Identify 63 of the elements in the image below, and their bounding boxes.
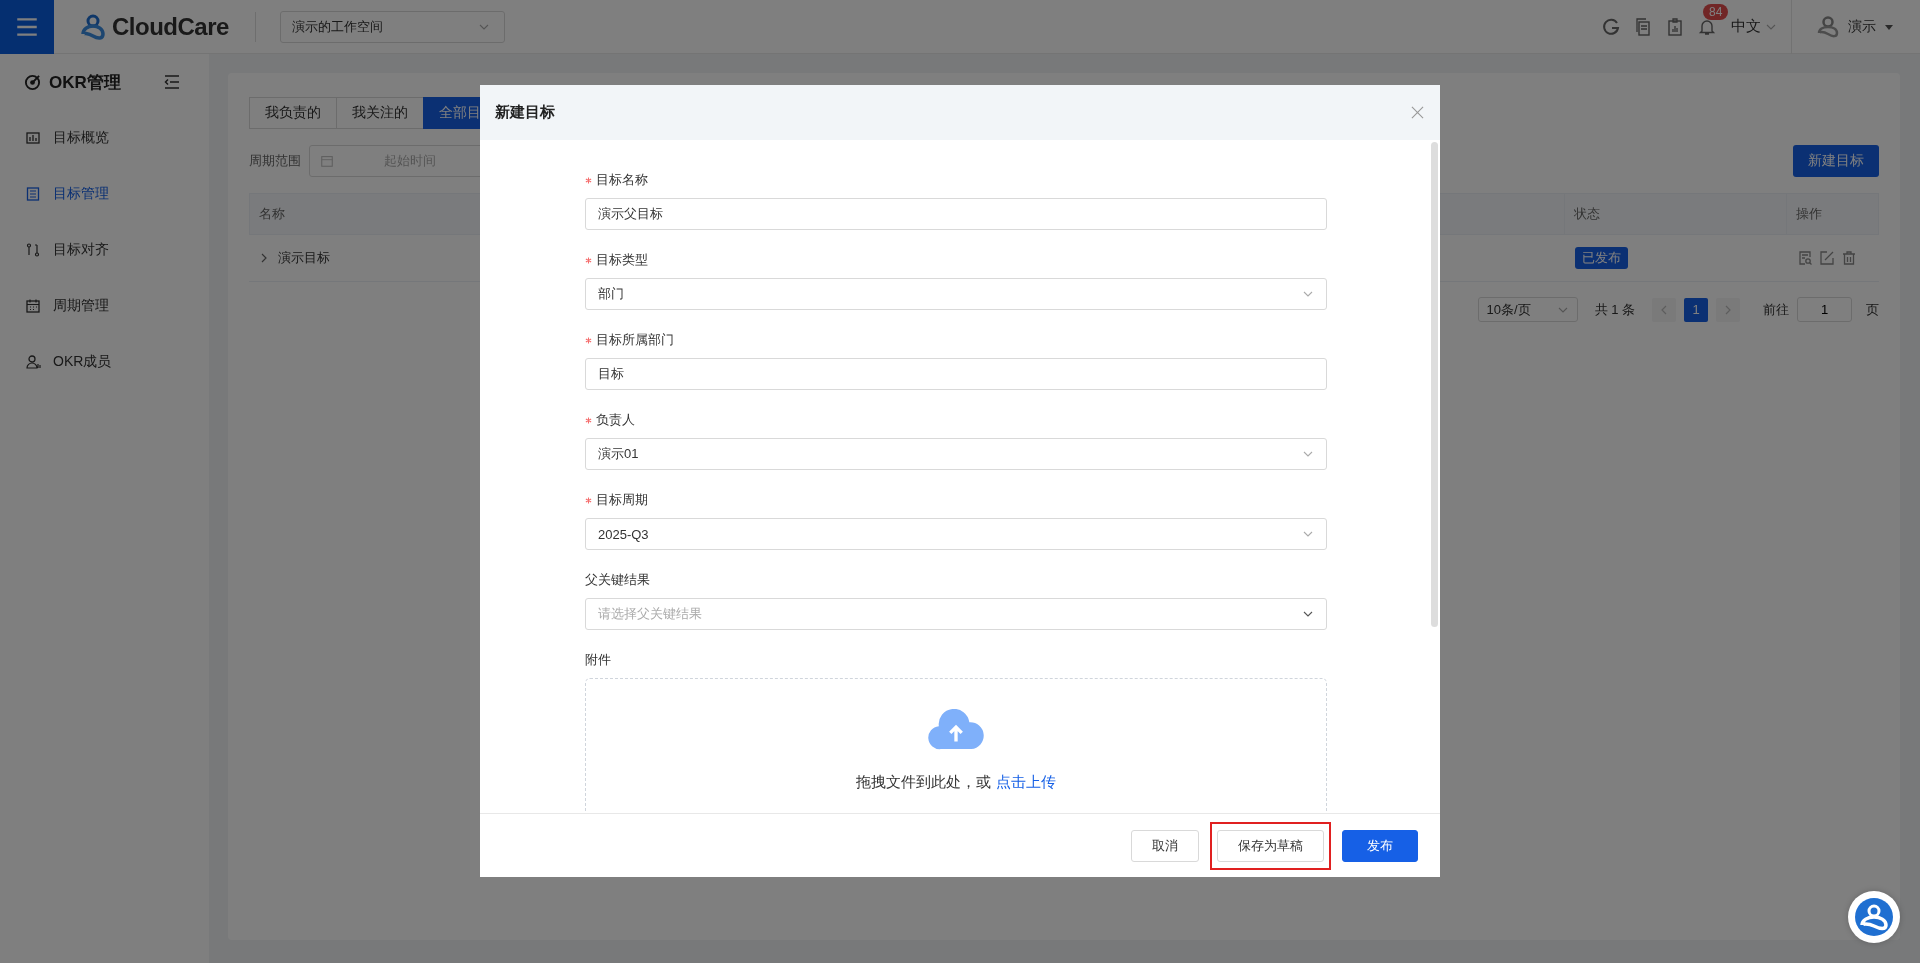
scrollbar[interactable] <box>1431 142 1438 627</box>
dialog-title: 新建目标 <box>495 103 555 122</box>
workspace-select[interactable]: 演示的工作空间 <box>279 10 505 43</box>
field-label: 目标所属部门 <box>596 331 674 349</box>
target-icon <box>24 73 41 91</box>
select-field[interactable]: 2025-Q3 <box>585 518 1327 550</box>
cloud-upload-icon <box>927 709 985 751</box>
calendar-icon <box>25 298 41 314</box>
brand-name: CloudCare <box>112 12 229 41</box>
period-label: 周期范围 <box>249 152 301 170</box>
sidebar-item[interactable]: 目标管理 <box>0 166 209 222</box>
delete-icon[interactable] <box>1841 250 1857 266</box>
language-select[interactable]: 中文 <box>1731 17 1777 36</box>
select-field[interactable]: 部门 <box>585 278 1327 310</box>
sidebar-item[interactable]: OKR成员 <box>0 334 209 390</box>
notification-badge: 84 <box>1703 3 1729 20</box>
user-menu[interactable]: 演示 <box>1848 17 1876 36</box>
field-label: 父关键结果 <box>585 571 650 589</box>
menu-button[interactable] <box>0 0 54 54</box>
field-label: 负责人 <box>596 411 635 429</box>
calendar-icon <box>320 154 334 168</box>
total-count: 共 1 条 <box>1594 300 1635 319</box>
copy-icon[interactable] <box>1633 16 1653 37</box>
select-field[interactable]: 请选择父关键结果 <box>585 598 1327 630</box>
upload-link[interactable]: 点击上传 <box>995 773 1056 790</box>
page-number[interactable]: 1 <box>1684 297 1708 322</box>
new-goal-button[interactable]: 新建目标 <box>1793 145 1879 177</box>
edit-icon[interactable] <box>1819 250 1835 266</box>
column-header: 操作 <box>1795 205 1823 223</box>
input-field[interactable]: 目标 <box>585 358 1327 390</box>
sidebar-item[interactable]: 目标概览 <box>0 110 209 166</box>
close-button[interactable] <box>1411 106 1424 119</box>
select-field[interactable]: 演示01 <box>585 438 1327 470</box>
user-icon <box>25 354 41 370</box>
collapse-icon[interactable] <box>163 73 181 91</box>
view-icon[interactable] <box>1797 250 1813 266</box>
field-label: 目标类型 <box>596 251 648 269</box>
filter-tab[interactable]: 我关注的 <box>336 97 424 129</box>
list-icon <box>25 186 41 202</box>
branch-icon <box>25 242 41 258</box>
filter-tab[interactable]: 我负责的 <box>249 97 337 129</box>
table-cell: 演示目标 <box>278 249 330 267</box>
sidebar-item[interactable]: 周期管理 <box>0 278 209 334</box>
column-header: 状态 <box>1565 194 1787 234</box>
field-label: 目标名称 <box>596 171 648 189</box>
status-tag: 已发布 <box>1575 247 1628 269</box>
page-size-select[interactable]: 10条/页 <box>1477 297 1578 322</box>
page-input[interactable]: 1 <box>1797 297 1852 322</box>
field-label: 目标周期 <box>596 491 648 509</box>
dialog-button[interactable]: 保存为草稿 <box>1217 829 1324 862</box>
sidebar-title: OKR管理 <box>49 71 121 94</box>
goto-label: 前往 <box>1763 300 1789 319</box>
upload-instruction: 拖拽文件到此处，或 点击上传 <box>856 773 1056 792</box>
refresh-icon[interactable] <box>1601 16 1621 37</box>
field-label: 附件 <box>585 651 611 669</box>
publish-button[interactable]: 发布 <box>1342 829 1418 862</box>
chart-icon <box>25 130 41 146</box>
input-field[interactable]: 演示父目标 <box>585 198 1327 230</box>
dialog-button[interactable]: 取消 <box>1131 829 1199 862</box>
avatar-icon <box>1816 14 1840 39</box>
page-suffix: 页 <box>1866 300 1879 319</box>
clipboard-icon[interactable] <box>1665 16 1685 37</box>
sidebar-item[interactable]: 目标对齐 <box>0 222 209 278</box>
